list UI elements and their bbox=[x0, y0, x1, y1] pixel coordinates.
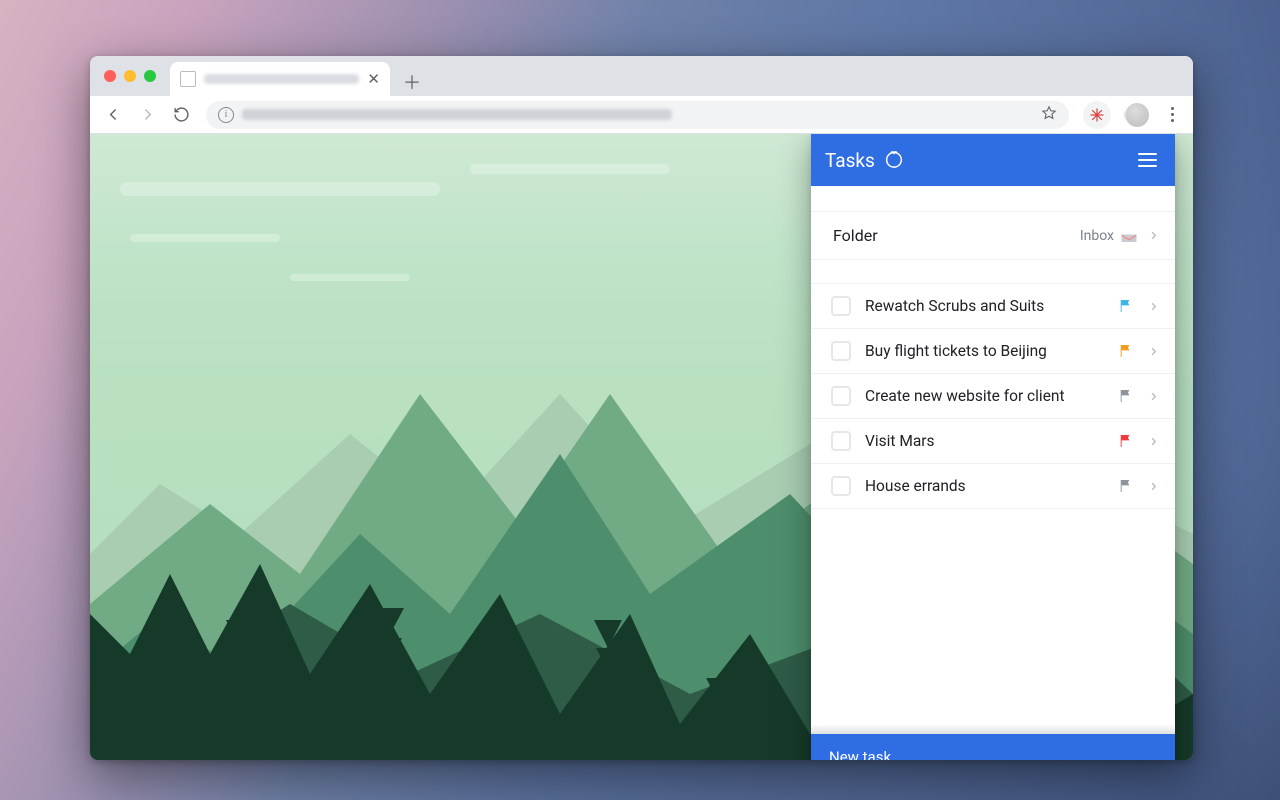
new-task-button[interactable]: New task bbox=[811, 734, 1175, 760]
tasks-panel-body: Folder Inbox Rewatch Scrubs and Suits Buy… bbox=[811, 186, 1175, 724]
tab-title-blurred bbox=[204, 74, 359, 84]
folder-value: Inbox bbox=[1080, 228, 1114, 244]
inbox-icon bbox=[1120, 229, 1138, 243]
window-controls bbox=[102, 56, 164, 96]
tasks-panel-title: Tasks bbox=[825, 149, 875, 172]
task-label: House errands bbox=[865, 477, 1104, 495]
chevron-right-icon bbox=[1148, 387, 1159, 406]
task-checkbox[interactable] bbox=[831, 296, 851, 316]
task-label: Buy flight tickets to Beijing bbox=[865, 342, 1104, 360]
flag-icon[interactable] bbox=[1118, 478, 1134, 494]
folder-label: Folder bbox=[833, 226, 1080, 245]
chevron-right-icon bbox=[1148, 297, 1159, 316]
window-zoom-button[interactable] bbox=[144, 70, 156, 82]
tasks-panel-header: Tasks bbox=[811, 134, 1175, 186]
folder-selector[interactable]: Folder Inbox bbox=[811, 212, 1175, 260]
tab-favicon bbox=[180, 71, 196, 87]
flag-icon[interactable] bbox=[1118, 433, 1134, 449]
browser-menu-button[interactable] bbox=[1159, 107, 1185, 122]
task-row[interactable]: Buy flight tickets to Beijing bbox=[811, 329, 1175, 374]
panel-menu-button[interactable] bbox=[1134, 149, 1161, 171]
panel-spacer bbox=[811, 186, 1175, 212]
task-label: Rewatch Scrubs and Suits bbox=[865, 297, 1104, 315]
back-button[interactable] bbox=[98, 100, 128, 130]
task-label: Visit Mars bbox=[865, 432, 1104, 450]
task-checkbox[interactable] bbox=[831, 341, 851, 361]
forward-button[interactable] bbox=[132, 100, 162, 130]
panel-spacer bbox=[811, 260, 1175, 284]
extension-icon[interactable] bbox=[1083, 101, 1111, 129]
flag-icon[interactable] bbox=[1118, 343, 1134, 359]
address-bar[interactable]: i bbox=[206, 101, 1069, 129]
bookmark-star-icon[interactable] bbox=[1041, 105, 1057, 125]
window-close-button[interactable] bbox=[104, 70, 116, 82]
chevron-right-icon bbox=[1148, 226, 1159, 245]
reload-button[interactable] bbox=[166, 100, 196, 130]
browser-tab[interactable]: ✕ bbox=[170, 62, 390, 96]
chevron-right-icon bbox=[1148, 477, 1159, 496]
flag-icon[interactable] bbox=[1118, 298, 1134, 314]
task-row[interactable]: Rewatch Scrubs and Suits bbox=[811, 284, 1175, 329]
new-tab-button[interactable]: ＋ bbox=[398, 68, 426, 96]
task-checkbox[interactable] bbox=[831, 476, 851, 496]
site-info-icon[interactable]: i bbox=[218, 107, 234, 123]
profile-avatar[interactable] bbox=[1125, 103, 1149, 127]
url-blurred bbox=[242, 109, 672, 120]
task-label: Create new website for client bbox=[865, 387, 1104, 405]
task-checkbox[interactable] bbox=[831, 431, 851, 451]
chevron-right-icon bbox=[1148, 342, 1159, 361]
task-row[interactable]: Create new website for client bbox=[811, 374, 1175, 419]
browser-toolbar: i bbox=[90, 96, 1193, 134]
tasks-panel: Tasks Folder Inbox bbox=[811, 134, 1175, 760]
flag-icon[interactable] bbox=[1118, 388, 1134, 404]
page-viewport: Tasks Folder Inbox bbox=[90, 134, 1193, 760]
new-task-label: New task bbox=[829, 748, 891, 760]
desktop-wallpaper: ✕ ＋ i bbox=[0, 0, 1280, 800]
task-list: Rewatch Scrubs and Suits Buy flight ticke… bbox=[811, 284, 1175, 509]
tab-strip: ✕ ＋ bbox=[90, 56, 1193, 96]
task-row[interactable]: House errands bbox=[811, 464, 1175, 509]
chevron-right-icon bbox=[1148, 432, 1159, 451]
browser-window: ✕ ＋ i bbox=[90, 56, 1193, 760]
panel-inner-shadow bbox=[811, 724, 1175, 734]
tomato-icon bbox=[883, 147, 905, 173]
task-row[interactable]: Visit Mars bbox=[811, 419, 1175, 464]
task-checkbox[interactable] bbox=[831, 386, 851, 406]
window-minimize-button[interactable] bbox=[124, 70, 136, 82]
tab-close-button[interactable]: ✕ bbox=[367, 72, 380, 87]
